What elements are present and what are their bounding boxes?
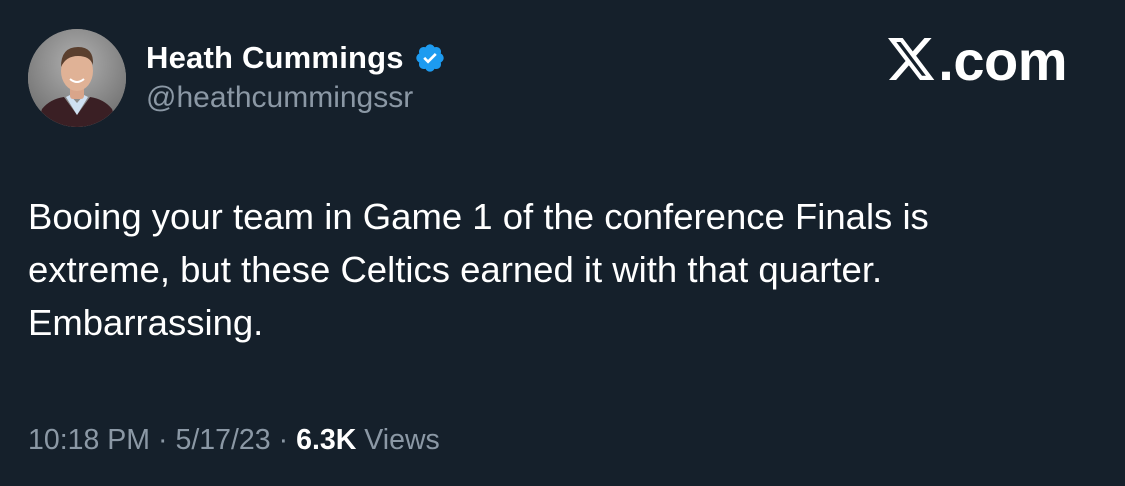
avatar-photo <box>28 29 126 127</box>
x-logo-icon <box>888 38 936 84</box>
verified-badge-icon <box>414 42 446 74</box>
tweet-text-line: Embarrassing. <box>28 302 264 343</box>
brand-text: .com <box>938 29 1067 92</box>
meta-separator: · <box>278 424 289 456</box>
tweet-card: Heath Cummings @heathcummingssr .com Boo… <box>0 0 1125 486</box>
tweet-text: Booing your team in Game 1 of the confer… <box>28 190 1088 349</box>
views-count: 6.3K <box>296 424 357 456</box>
tweet-meta: 10:18 PM · 5/17/23 · 6.3K Views <box>28 424 440 457</box>
views-label: Views <box>364 424 440 456</box>
brand-logo: .com <box>888 33 1067 89</box>
tweet-time[interactable]: 10:18 PM <box>28 424 150 457</box>
meta-separator: · <box>158 424 168 456</box>
display-name[interactable]: Heath Cummings <box>146 40 404 76</box>
avatar[interactable] <box>28 29 126 127</box>
author-name-row: Heath Cummings <box>146 38 446 78</box>
tweet-text-line: Booing your team in Game 1 of the confer… <box>28 196 929 237</box>
tweet-text-line: extreme, but these Celtics earned it wit… <box>28 249 883 290</box>
tweet-date[interactable]: 5/17/23 <box>176 424 271 457</box>
author-handle[interactable]: @heathcummingssr <box>146 81 413 115</box>
